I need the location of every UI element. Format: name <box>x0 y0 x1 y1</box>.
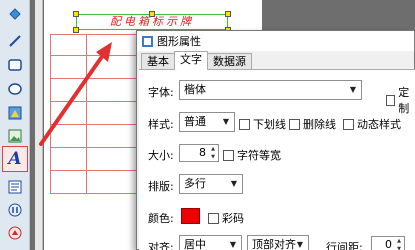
checkbox-box <box>223 149 234 161</box>
spinner-arrows-icon[interactable]: ▲ ▼ <box>208 145 218 161</box>
style-select[interactable]: 普通 ▼ <box>179 112 235 132</box>
underline-checkbox[interactable]: 下划线 <box>239 116 286 132</box>
layout-label: 排版: <box>148 180 174 193</box>
strikethrough-checkbox[interactable]: 删除线 <box>289 116 336 132</box>
horizontal-align-select[interactable]: 居中 ▼ <box>179 235 242 250</box>
horizontal-align-value: 居中 <box>184 238 206 250</box>
vertical-align-value: 顶部对齐 <box>252 238 296 250</box>
chevron-down-icon: ▼ <box>349 85 357 94</box>
style-select-value: 普通 <box>184 115 206 128</box>
shape-properties-dialog: 图形属性 基本 文字 数据源 字体: 楷体 ▼ 定制 样式: 普通 ▼ 下划线 … <box>136 30 415 250</box>
tab-basic[interactable]: 基本 <box>141 53 175 70</box>
chevron-down-icon: ▼ <box>229 240 237 249</box>
font-select[interactable]: 楷体 ▼ <box>179 80 362 100</box>
layout-select-value: 多行 <box>184 177 206 190</box>
font-label: 字体: <box>148 86 174 99</box>
checkbox-box <box>208 212 219 224</box>
chevron-down-icon: ▼ <box>222 117 230 126</box>
custom-font-label: 定制 <box>398 86 410 115</box>
spinner-arrows-icon[interactable]: ▲ ▼ <box>394 237 404 250</box>
color-swatch[interactable] <box>181 208 200 224</box>
font-select-value: 楷体 <box>184 83 206 96</box>
checkbox-box <box>239 118 250 130</box>
chevron-down-icon: ▼ <box>230 179 238 188</box>
color-label: 颜色: <box>148 212 174 225</box>
checkbox-box <box>289 118 300 130</box>
dialog-title: 图形属性 <box>157 35 201 48</box>
dialog-titlebar[interactable]: 图形属性 <box>137 31 414 51</box>
checkbox-box <box>386 94 396 106</box>
vertical-align-select[interactable]: 顶部对齐 ▼ <box>247 235 309 250</box>
align-label: 对齐: <box>148 241 174 250</box>
underline-label: 下划线 <box>253 118 286 131</box>
app-icon <box>142 35 153 47</box>
line-spacing-label: 行间距: <box>326 241 363 250</box>
monospace-label: 字符等宽 <box>237 149 281 162</box>
text-tab-panel: 字体: 楷体 ▼ 定制 样式: 普通 ▼ 下划线 删除线 动态样式 大小: 8 … <box>139 69 415 250</box>
line-spacing-spinner[interactable]: 0 ▲ ▼ <box>371 236 405 250</box>
chevron-down-icon: ▼ <box>296 240 304 249</box>
size-spinner[interactable]: 8 ▲ ▼ <box>179 144 219 162</box>
style-label: 样式: <box>148 118 174 131</box>
layout-select[interactable]: 多行 ▼ <box>179 174 243 194</box>
line-spacing-value: 0 <box>385 238 392 250</box>
tab-text[interactable]: 文字 <box>174 51 208 70</box>
custom-font-checkbox[interactable]: 定制 <box>386 84 415 116</box>
size-label: 大小: <box>148 149 174 162</box>
dynamic-style-label: 动态样式 <box>357 118 401 131</box>
size-value: 8 <box>199 146 206 159</box>
dynamic-style-checkbox[interactable]: 动态样式 <box>343 116 401 132</box>
monospace-checkbox[interactable]: 字符等宽 <box>223 147 281 163</box>
colorful-code-label: 彩码 <box>222 212 244 225</box>
checkbox-box <box>343 118 354 130</box>
strikethrough-label: 删除线 <box>303 118 336 131</box>
colorful-code-checkbox[interactable]: 彩码 <box>208 210 244 226</box>
tab-datasource[interactable]: 数据源 <box>207 53 252 70</box>
dialog-tabs: 基本 文字 数据源 <box>141 51 252 70</box>
